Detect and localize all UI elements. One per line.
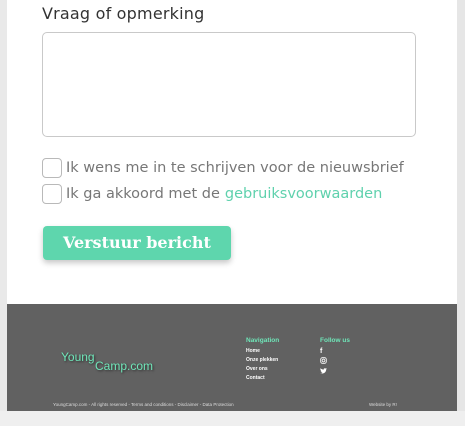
copyright-text: YoungCamp.com - All rights reserved - Te… [53, 402, 234, 407]
nav-item-home[interactable]: Home [246, 347, 279, 356]
question-label: Vraag of opmerking [42, 4, 205, 23]
nav-item-over-ons[interactable]: Over ons [246, 365, 279, 374]
footer: Young Camp.com Navigation Home Onze plek… [7, 304, 457, 411]
follow-heading: Follow us [320, 337, 350, 344]
terms-option: Ik ga akkoord met de gebruiksvoorwaarden [42, 184, 382, 204]
newsletter-checkbox[interactable] [42, 158, 62, 178]
logo-camp: Camp.com [95, 359, 154, 373]
footer-follow: Follow us f [320, 337, 350, 378]
submit-button[interactable]: Verstuur bericht [43, 226, 231, 260]
terms-link[interactable]: gebruiksvoorwaarden [225, 186, 382, 202]
terms-label: Ik ga akkoord met de [66, 186, 220, 202]
newsletter-label: Ik wens me in te schrijven voor de nieuw… [66, 160, 404, 176]
nav-item-onze-plekken[interactable]: Onze plekken [246, 356, 279, 365]
page: Vraag of opmerking Ik wens me in te schr… [7, 0, 457, 411]
facebook-icon[interactable]: f [320, 347, 350, 357]
nav-heading: Navigation [246, 337, 280, 344]
question-textarea[interactable] [42, 32, 416, 137]
scrollbar-track [457, 0, 465, 426]
nav-item-contact[interactable]: Contact [246, 374, 279, 383]
twitter-icon[interactable] [320, 368, 350, 378]
footer-navigation: Navigation Home Onze plekken Over ons Co… [246, 337, 279, 383]
logo-young: Young [61, 350, 95, 364]
instagram-icon[interactable] [320, 357, 350, 368]
website-credit: Website by R! [369, 402, 397, 407]
newsletter-option: Ik wens me in te schrijven voor de nieuw… [42, 158, 404, 178]
terms-checkbox[interactable] [42, 184, 62, 204]
page-bottom-edge [0, 411, 465, 426]
